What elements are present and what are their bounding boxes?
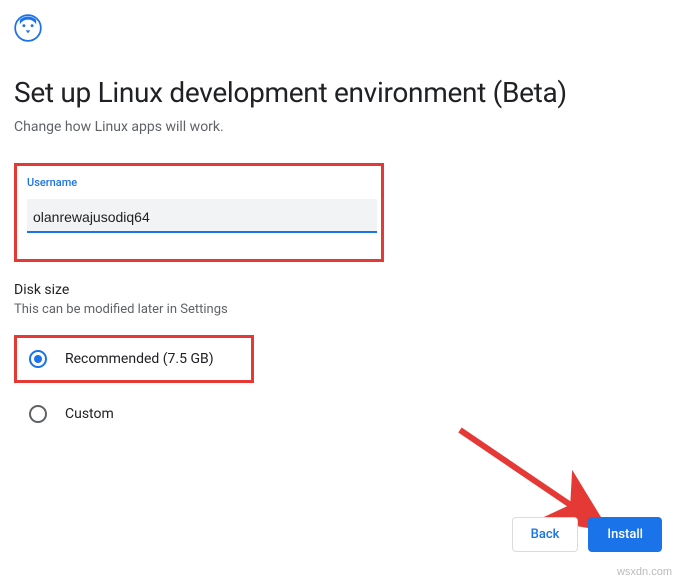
radio-label-recommended: Recommended (7.5 GB) [65,351,214,367]
watermark: wsxdn.com [617,566,672,578]
footer-buttons: Back Install [512,517,662,552]
disk-size-options: Recommended (7.5 GB) Custom [14,335,254,433]
back-button[interactable]: Back [512,517,579,552]
username-section: Username [14,163,384,262]
radio-checked-icon [29,350,47,368]
page-subtitle: Change how Linux apps will work. [14,119,666,135]
disk-option-recommended[interactable]: Recommended (7.5 GB) [14,335,254,383]
username-input[interactable] [27,199,377,233]
radio-unchecked-icon [29,405,47,423]
disk-option-custom[interactable]: Custom [14,395,254,433]
disk-size-label: Disk size [14,282,666,298]
penguin-icon [14,14,42,42]
radio-label-custom: Custom [65,406,114,422]
username-label: Username [27,176,371,189]
page-title: Set up Linux development environment (Be… [14,76,666,109]
disk-size-hint: This can be modified later in Settings [14,302,666,317]
install-button[interactable]: Install [588,517,662,552]
